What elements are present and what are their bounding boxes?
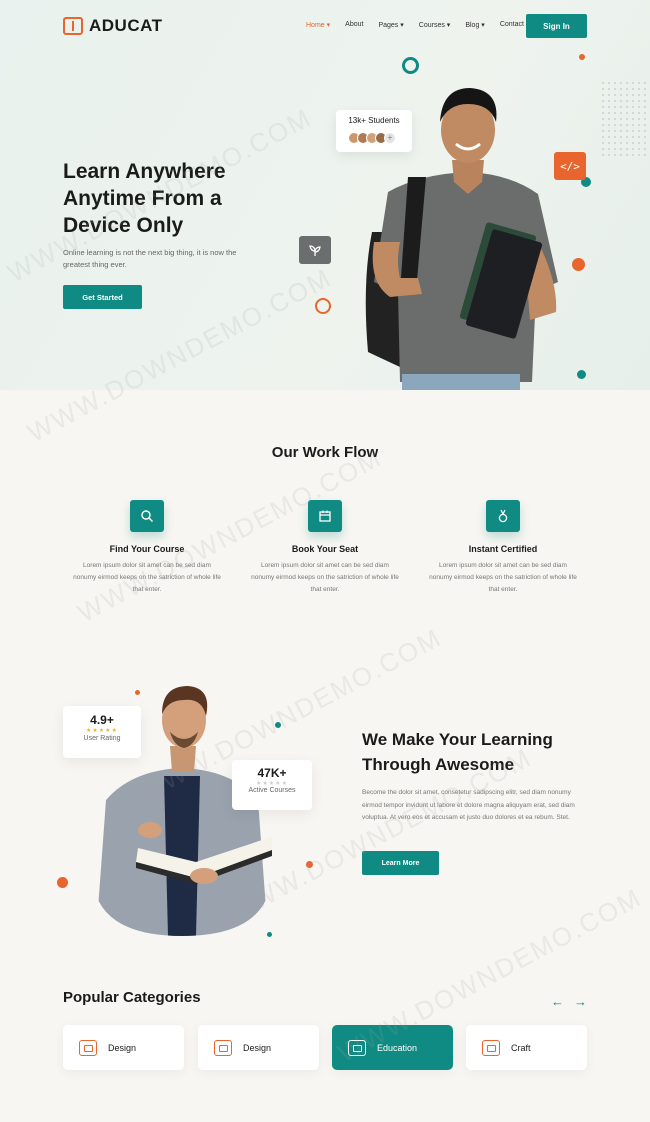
craft-icon: [482, 1039, 500, 1056]
arrow-left-icon[interactable]: ←: [551, 994, 564, 1009]
rating-value: 4.9+: [90, 713, 114, 727]
calendar-icon: [308, 500, 342, 532]
search-icon: [130, 500, 164, 532]
workflow-title: Our Work Flow: [271, 444, 379, 461]
step-title: Book Your Seat: [291, 544, 359, 554]
nav-about[interactable]: About: [345, 21, 363, 29]
brand-logo[interactable]: ADUCAT: [63, 16, 163, 36]
step-title: Find Your Course: [109, 544, 185, 554]
dot-decoration: [579, 54, 585, 60]
category-label: Education: [377, 1042, 418, 1053]
workflow-step: Book Your Seat Lorem ipsum dolor sit ame…: [240, 500, 410, 596]
ring-decoration: [402, 57, 419, 74]
courses-value: 47K+: [257, 766, 287, 780]
step-text: Lorem ipsum dolor sit amet can be sed di…: [429, 562, 577, 593]
category-card[interactable]: Design: [63, 1025, 184, 1070]
step-text: Lorem ipsum dolor sit amet can be sed di…: [251, 562, 399, 593]
book-logo-icon: [63, 17, 83, 35]
learning-text: Become the dolor sit amet, consetetur sa…: [362, 789, 575, 821]
dot-decoration: [577, 370, 586, 379]
plus-icon: +: [384, 132, 396, 144]
categories-title: Popular Categories: [63, 989, 201, 1006]
medal-icon: [486, 500, 520, 532]
monitor-icon: [79, 1039, 97, 1056]
sign-in-button[interactable]: Sign In: [526, 14, 587, 38]
nav-courses[interactable]: Courses ▾: [419, 21, 451, 29]
category-card[interactable]: Education: [332, 1025, 453, 1070]
step-title: Instant Certified: [468, 544, 538, 554]
ring-decoration: [315, 298, 331, 314]
dot-decoration: [57, 877, 68, 888]
category-card[interactable]: Craft: [466, 1025, 587, 1070]
main-nav: Home ▾ About Pages ▾ Courses ▾ Blog ▾ Co…: [306, 21, 524, 29]
category-label: Design: [108, 1042, 137, 1053]
category-label: Design: [243, 1042, 272, 1053]
rating-label: User Rating: [83, 735, 121, 742]
active-courses-card: 47K+ ★★★★★ Active Courses: [232, 760, 312, 810]
monitor-icon: [348, 1039, 366, 1056]
dot-decoration: [306, 861, 313, 868]
pencil-ruler-icon: [214, 1039, 232, 1056]
nav-contact[interactable]: Contact: [500, 21, 524, 29]
carousel-arrows: ← →: [551, 994, 587, 1009]
learn-more-button[interactable]: Learn More: [362, 851, 439, 875]
category-label: Craft: [511, 1042, 531, 1053]
category-card[interactable]: Design: [198, 1025, 319, 1070]
get-started-button[interactable]: Get Started: [63, 285, 142, 309]
dot-decoration: [275, 722, 281, 728]
nav-pages[interactable]: Pages ▾: [378, 21, 403, 29]
nav-home[interactable]: Home ▾: [306, 21, 330, 29]
star-rating-icon: ★★★★★: [256, 781, 288, 787]
brand-name: ADUCAT: [89, 16, 163, 35]
workflow-step: Find Your Course Lorem ipsum dolor sit a…: [62, 500, 232, 596]
sprout-icon: [299, 236, 331, 264]
dot-grid-decoration: [600, 80, 648, 160]
arrow-right-icon[interactable]: →: [574, 994, 587, 1009]
students-count: 13k+ Students: [348, 116, 400, 125]
star-rating-icon: ★★★★★: [86, 728, 118, 734]
dot-decoration: [572, 258, 585, 271]
workflow-step: Instant Certified Lorem ipsum dolor sit …: [418, 500, 588, 596]
hero-title: Learn Anywhere Anytime From a Device Onl…: [63, 160, 226, 237]
courses-label: Active Courses: [248, 787, 296, 794]
nav-blog[interactable]: Blog ▾: [465, 21, 484, 29]
code-icon: </>: [554, 152, 586, 180]
students-count-card: 13k+ Students +: [336, 110, 412, 152]
step-text: Lorem ipsum dolor sit amet can be sed di…: [73, 562, 221, 593]
user-rating-card: 4.9+ ★★★★★ User Rating: [63, 706, 141, 758]
hero-subtitle: Online learning is not the next big thin…: [63, 248, 237, 269]
learning-title: We Make Your Learning Through Awesome: [362, 730, 553, 774]
